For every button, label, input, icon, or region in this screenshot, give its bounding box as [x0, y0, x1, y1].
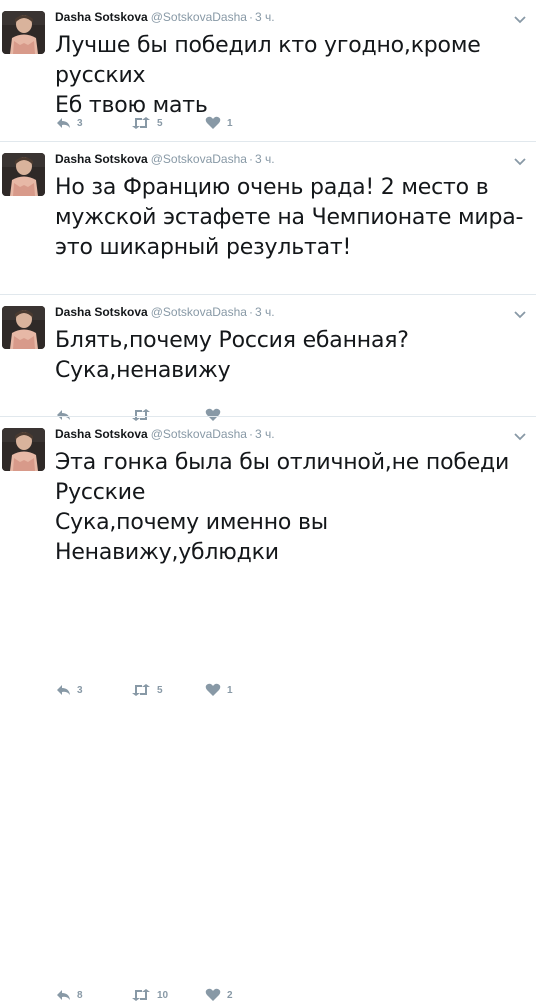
avatar[interactable] — [2, 306, 45, 349]
chevron-down-icon[interactable] — [513, 429, 527, 441]
tweet-text-line: это шикарный результат! — [55, 235, 352, 260]
tweet-text: Но за Францию очень рада! 2 место в мужс… — [55, 173, 525, 263]
chevron-down-icon[interactable] — [513, 307, 527, 319]
tweet-text: Блять,почему Россия ебанная? Сука,ненави… — [55, 326, 525, 386]
like-button[interactable]: 1 — [205, 115, 233, 131]
tweet-header: Dasha Sotskova @SotskovaDasha · 3 ч. — [55, 9, 275, 25]
tweet-text-line: Но за Францию очень рада! 2 место в — [55, 175, 489, 200]
tweet-text-line: Сука,почему именно вы — [55, 510, 328, 535]
retweet-button[interactable]: 10 — [131, 987, 168, 1003]
reply-count: 3 — [77, 684, 83, 696]
reply-icon — [55, 683, 71, 697]
tweet: Dasha Sotskova @SotskovaDasha · 3 ч. Блять,… — [0, 295, 536, 696]
retweet-count: 10 — [157, 989, 169, 1001]
tweet-text-line: Еб твою мать — [55, 93, 208, 118]
heart-icon — [205, 116, 221, 130]
chevron-down-icon[interactable] — [513, 154, 527, 166]
retweet-count: 5 — [157, 117, 163, 129]
like-count: 1 — [227, 117, 233, 129]
tweet-time[interactable]: 3 ч. — [255, 305, 275, 319]
tweet-time[interactable]: 3 ч. — [255, 152, 275, 166]
tweet-text-line: Эта гонка была бы отличной,не победи — [55, 450, 510, 475]
author-name[interactable]: Dasha Sotskova — [55, 10, 148, 24]
retweet-count: 5 — [157, 684, 163, 696]
tweet: Dasha Sotskova @SotskovaDasha · 3 ч. Но за … — [0, 142, 536, 421]
tweet-text-line: русских — [55, 63, 146, 88]
like-button[interactable]: 2 — [205, 987, 233, 1003]
tweet-text-line: Ненавижу,ублюдки — [55, 540, 279, 565]
heart-icon — [205, 988, 221, 1002]
author-handle[interactable]: @SotskovaDasha — [151, 305, 247, 319]
separator-dot: · — [248, 427, 253, 441]
retweet-icon — [131, 683, 151, 697]
retweet-icon — [131, 988, 151, 1002]
like-button[interactable]: 1 — [205, 682, 233, 698]
tweet-text-line: мужской эстафете на Чемпионате мира- — [55, 205, 524, 230]
tweet-text-line: Русские — [55, 480, 146, 505]
like-count: 2 — [227, 989, 233, 1001]
separator-dot: · — [248, 10, 253, 24]
author-handle[interactable]: @SotskovaDasha — [151, 152, 247, 166]
tweet: Dasha Sotskova @SotskovaDasha · 3 ч. Эта го… — [0, 417, 536, 1001]
reply-icon — [55, 988, 71, 1002]
avatar[interactable] — [2, 428, 45, 471]
like-count: 1 — [227, 684, 233, 696]
tweet-header: Dasha Sotskova @SotskovaDasha · 3 ч. — [55, 426, 275, 442]
tweet-text: Лучше бы победил кто угодно,кроме русски… — [55, 31, 525, 121]
heart-icon — [205, 683, 221, 697]
tweet-text-line: Блять,почему Россия ебанная? — [55, 328, 409, 353]
tweet: Dasha Sotskova @SotskovaDasha · 3 ч. Лучше … — [0, 0, 536, 142]
reply-button[interactable]: 8 — [55, 987, 83, 1003]
avatar[interactable] — [2, 11, 45, 54]
tweet-header: Dasha Sotskova @SotskovaDasha · 3 ч. — [55, 151, 275, 167]
reply-button[interactable]: 3 — [55, 682, 83, 698]
reply-icon — [55, 116, 71, 130]
reply-count: 8 — [77, 989, 83, 1001]
author-name[interactable]: Dasha Sotskova — [55, 152, 148, 166]
chevron-down-icon[interactable] — [513, 12, 527, 24]
tweet-text-line: Сука,ненавижу — [55, 358, 231, 383]
retweet-button[interactable]: 5 — [131, 682, 163, 698]
separator-dot: · — [248, 305, 253, 319]
tweet-text-line: Лучше бы победил кто угодно,кроме — [55, 33, 481, 58]
tweet-time[interactable]: 3 ч. — [255, 10, 275, 24]
reply-count: 3 — [77, 117, 83, 129]
reply-button[interactable]: 3 — [55, 115, 83, 131]
author-name[interactable]: Dasha Sotskova — [55, 427, 148, 441]
author-handle[interactable]: @SotskovaDasha — [151, 10, 247, 24]
tweet-text: Эта гонка была бы отличной,не победи Рус… — [55, 448, 525, 568]
tweet-header: Dasha Sotskova @SotskovaDasha · 3 ч. — [55, 304, 275, 320]
avatar[interactable] — [2, 153, 45, 196]
author-handle[interactable]: @SotskovaDasha — [151, 427, 247, 441]
retweet-icon — [131, 116, 151, 130]
author-name[interactable]: Dasha Sotskova — [55, 305, 148, 319]
separator-dot: · — [248, 152, 253, 166]
retweet-button[interactable]: 5 — [131, 115, 163, 131]
tweet-time[interactable]: 3 ч. — [255, 427, 275, 441]
tweet-feed: Dasha Sotskova @SotskovaDasha · 3 ч. Лучше … — [0, 0, 536, 1001]
